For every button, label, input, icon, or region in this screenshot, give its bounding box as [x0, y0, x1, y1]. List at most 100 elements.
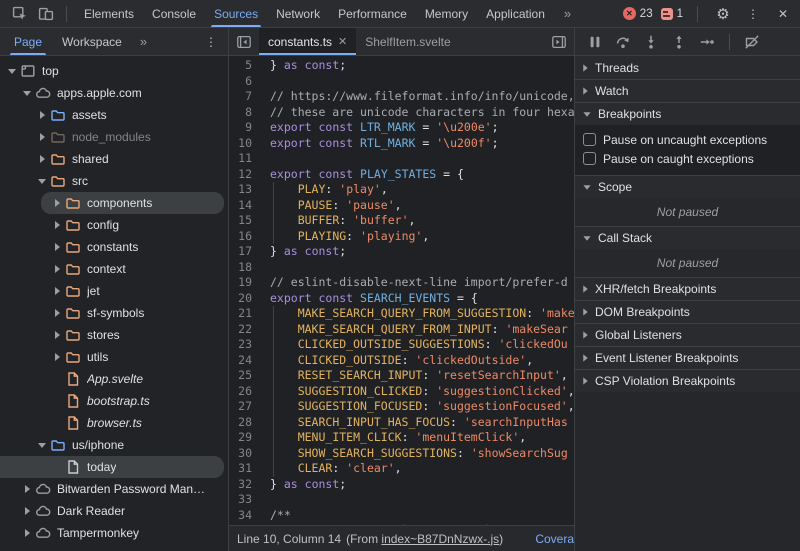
issues-count-badge[interactable]: 1	[660, 7, 683, 20]
code-line[interactable]: 10 export const RTL_MARK = '\u200f';	[229, 136, 574, 152]
line-number[interactable]: 13	[229, 182, 261, 198]
code-line[interactable]: 8 // these are unicode characters in four…	[229, 105, 574, 121]
tab-network[interactable]: Network	[267, 0, 329, 27]
step-into-button[interactable]	[639, 30, 663, 54]
code-line[interactable]: 35 * Locations where `SearchInput` compo…	[229, 523, 574, 525]
tree-item-tampermonkey[interactable]: Tampermonkey	[0, 522, 228, 544]
disclosure-right-icon[interactable]	[21, 507, 33, 515]
section-header-call-stack[interactable]: Call Stack	[575, 226, 800, 249]
code-line-content[interactable]	[261, 260, 574, 276]
line-number[interactable]: 25	[229, 368, 261, 384]
code-line[interactable]: 13 PLAY: 'play',	[229, 182, 574, 198]
code-line-content[interactable]: SUGGESTION_CLICKED: 'suggestionClicked',	[261, 383, 574, 400]
disclosure-down-icon[interactable]	[6, 68, 18, 74]
code-line-content[interactable]	[261, 74, 574, 90]
code-line[interactable]: 31 CLEAR: 'clear',	[229, 461, 574, 477]
tree-item-assets[interactable]: assets	[0, 104, 228, 126]
code-line-content[interactable]: MAKE_SEARCH_QUERY_FROM_INPUT: 'makeSear	[261, 321, 574, 338]
step-button[interactable]	[695, 30, 719, 54]
section-header-dom-breakpoints[interactable]: DOM Breakpoints	[575, 300, 800, 323]
line-number[interactable]: 5	[229, 58, 261, 74]
line-number[interactable]: 31	[229, 461, 261, 477]
tree-item-node-modules[interactable]: node_modules	[0, 126, 228, 148]
code-line-content[interactable]: /**	[261, 508, 574, 524]
code-line[interactable]: 23 CLICKED_OUTSIDE_SUGGESTIONS: 'clicked…	[229, 337, 574, 353]
section-header-event-listener-breakpoints[interactable]: Event Listener Breakpoints	[575, 346, 800, 369]
hide-navigator-icon[interactable]	[232, 30, 256, 54]
code-line-content[interactable]: PLAY: 'play',	[261, 182, 574, 198]
navigator-kebab-icon[interactable]: ⋮	[200, 35, 222, 49]
code-line[interactable]: 30 SHOW_SEARCH_SUGGESTIONS: 'showSearchS…	[229, 445, 574, 462]
section-header-scope[interactable]: Scope	[575, 175, 800, 198]
code-line-content[interactable]: export const PLAY_STATES = {	[261, 167, 574, 183]
line-number[interactable]: 22	[229, 322, 261, 338]
code-line[interactable]: 18	[229, 260, 574, 276]
code-editor[interactable]: 5} as const; 6 7// https://www.fileformat.…	[229, 56, 574, 525]
line-number[interactable]: 30	[229, 446, 261, 462]
line-number[interactable]: 29	[229, 430, 261, 446]
inspect-element-icon[interactable]	[8, 2, 32, 26]
code-line[interactable]: 26 SUGGESTION_CLICKED: 'suggestionClicke…	[229, 383, 574, 400]
section-header-threads[interactable]: Threads	[575, 56, 800, 79]
tab-sources[interactable]: Sources	[205, 0, 267, 27]
line-number[interactable]: 12	[229, 167, 261, 183]
pause-button[interactable]	[583, 30, 607, 54]
code-line[interactable]: 9 export const LTR_MARK = '\u200e';	[229, 120, 574, 136]
code-line[interactable]: 11	[229, 151, 574, 167]
tab-console[interactable]: Console	[143, 0, 205, 27]
step-over-button[interactable]	[611, 30, 635, 54]
checkbox-row-pause-on-uncaught-exceptions[interactable]: Pause on uncaught exceptions	[575, 130, 800, 149]
line-number[interactable]: 16	[229, 229, 261, 245]
disclosure-right-icon[interactable]	[51, 199, 63, 207]
line-number[interactable]: 6	[229, 74, 261, 90]
tree-item-us-iphone[interactable]: us/iphone	[0, 434, 228, 456]
code-line-content[interactable]: // eslint-disable-next-line import/prefe…	[261, 275, 574, 291]
line-number[interactable]: 32	[229, 477, 261, 493]
line-number[interactable]: 9	[229, 120, 261, 136]
tree-item-stores[interactable]: stores	[0, 324, 228, 346]
line-number[interactable]: 33	[229, 492, 261, 508]
tree-item-shared[interactable]: shared	[0, 148, 228, 170]
code-line-content[interactable]: export const SEARCH_EVENTS = {	[261, 291, 574, 307]
code-line-content[interactable]	[261, 492, 574, 508]
code-line[interactable]: 27 SUGGESTION_FOCUSED: 'suggestionFocuse…	[229, 399, 574, 415]
close-tab-icon[interactable]: ✕	[338, 35, 347, 48]
code-line[interactable]: 7 // https://www.fileformat.info/info/uni…	[229, 89, 574, 105]
code-line-content[interactable]	[261, 151, 574, 167]
line-number[interactable]: 17	[229, 244, 261, 260]
section-header-breakpoints[interactable]: Breakpoints	[575, 102, 800, 125]
tree-item-utils[interactable]: utils	[0, 346, 228, 368]
checkbox-unchecked-icon[interactable]	[583, 133, 596, 146]
line-number[interactable]: 18	[229, 260, 261, 276]
code-line-content[interactable]: // https://www.fileformat.info/info/unic…	[261, 89, 574, 105]
code-line-content[interactable]: BUFFER: 'buffer',	[261, 213, 574, 229]
disclosure-right-icon[interactable]	[36, 155, 48, 163]
line-number[interactable]: 28	[229, 415, 261, 431]
code-line[interactable]: 14 PAUSE: 'pause',	[229, 197, 574, 214]
tree-item-components[interactable]: components	[41, 192, 224, 214]
code-line-content[interactable]: } as const;	[261, 244, 574, 260]
disclosure-right-icon[interactable]	[36, 111, 48, 119]
line-number[interactable]: 11	[229, 151, 261, 167]
line-number[interactable]: 14	[229, 198, 261, 214]
code-line-content[interactable]: // these are unicode characters in four …	[261, 105, 574, 121]
tree-item-browser-ts[interactable]: browser.ts	[0, 412, 228, 434]
tree-item-sf-symbols[interactable]: sf-symbols	[0, 302, 228, 324]
code-line-content[interactable]: export const RTL_MARK = '\u200f';	[261, 136, 574, 152]
section-header-global-listeners[interactable]: Global Listeners	[575, 323, 800, 346]
line-number[interactable]: 15	[229, 213, 261, 229]
line-number[interactable]: 7	[229, 89, 261, 105]
line-number[interactable]: 26	[229, 384, 261, 400]
disclosure-right-icon[interactable]	[51, 331, 63, 339]
error-count-badge[interactable]: ✕ 23	[622, 7, 653, 20]
code-line[interactable]: 6	[229, 74, 574, 90]
code-line[interactable]: 5} as const;	[229, 58, 574, 74]
disclosure-right-icon[interactable]	[36, 133, 48, 141]
tree-item-apps-apple-com[interactable]: apps.apple.com	[0, 82, 228, 104]
tree-item-today[interactable]: today	[0, 456, 224, 478]
code-line-content[interactable]: export const LTR_MARK = '\u200e';	[261, 120, 574, 136]
code-line-content[interactable]: CLICKED_OUTSIDE: 'clickedOutside',	[261, 352, 574, 369]
more-panels-chevron-icon[interactable]: »	[556, 6, 579, 21]
tree-item-constants[interactable]: constants	[0, 236, 228, 258]
line-number[interactable]: 27	[229, 399, 261, 415]
